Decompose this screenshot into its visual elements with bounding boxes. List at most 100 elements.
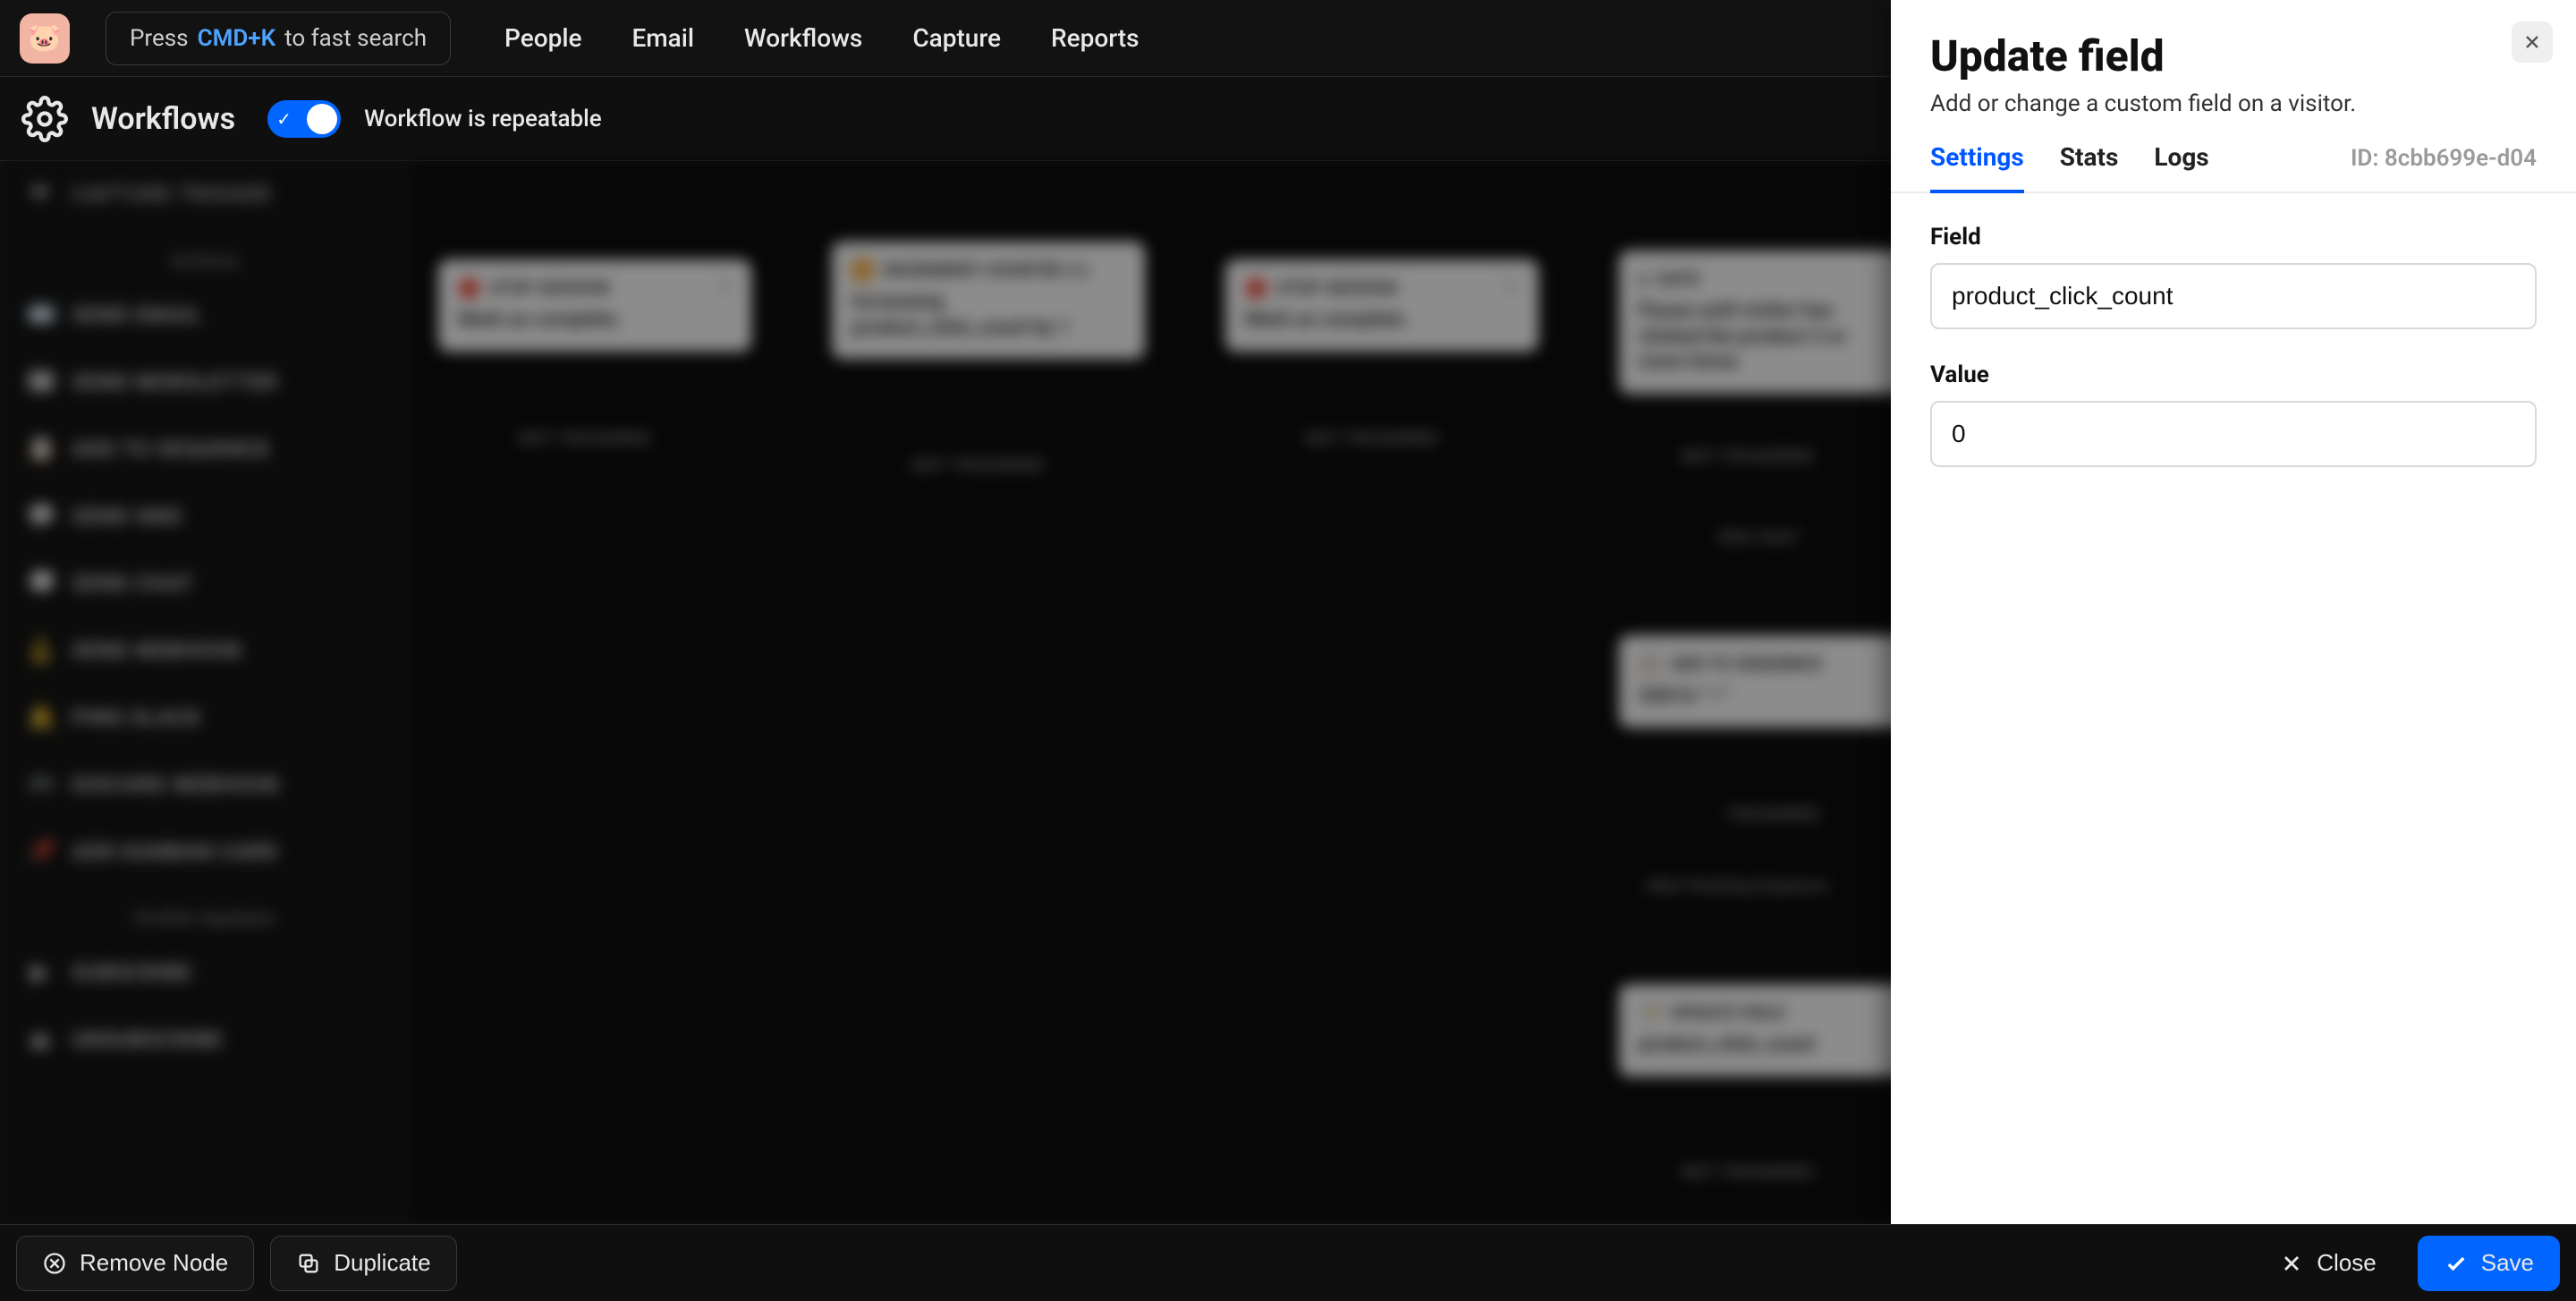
- sidebar-item-label: SEND SMS: [72, 504, 182, 529]
- repeatable-switch[interactable]: ✓: [267, 100, 341, 138]
- node-title: UPDATE FIELD: [1671, 1004, 1785, 1023]
- edge-note: After Finishing Sequence: [1646, 877, 1828, 896]
- page-title: Workflows: [91, 101, 235, 137]
- sidebar-item-send-email[interactable]: ✉️ SEND EMAIL: [0, 282, 411, 349]
- value-input[interactable]: [1930, 401, 2537, 467]
- unsubscribe-icon: ⏏: [27, 1026, 54, 1053]
- mail-icon: ✉️: [27, 302, 54, 328]
- sidebar-item-label: ADD KANBAN CARD: [72, 839, 278, 864]
- stop-icon: 🛑: [1245, 277, 1268, 299]
- sidebar-item-send-newsletter[interactable]: 📰 SEND NEWSLETTER: [0, 349, 411, 416]
- sidebar-item-label: SEND CHAT: [72, 571, 193, 596]
- duplicate-label: Duplicate: [334, 1249, 430, 1277]
- drawer-close-button[interactable]: [2512, 21, 2553, 63]
- sidebar-item-add-kanban[interactable]: 📌 ADD KANBAN CARD: [0, 819, 411, 886]
- remove-node-button[interactable]: Remove Node: [16, 1236, 254, 1291]
- sidebar-item-label: DISCORD WEBHOOK: [72, 772, 281, 797]
- node-title: ADD TO SEQUENCE: [1671, 655, 1823, 674]
- nav-capture[interactable]: Capture: [912, 23, 1001, 53]
- actions-sidebar: ❤ CAPTURE TRIGGER Actions ✉️ SEND EMAIL …: [0, 161, 411, 1224]
- slack-icon: 🔔: [27, 704, 54, 731]
- duplicate-button[interactable]: Duplicate: [270, 1236, 456, 1291]
- edge-label: TRIGGERED: [1726, 805, 1820, 824]
- newsletter-icon: 📰: [27, 369, 54, 395]
- stop-icon: 🛑: [458, 277, 481, 299]
- subscribe-icon: ▶: [27, 959, 54, 986]
- drawer-id-prefix: ID:: [2351, 145, 2385, 172]
- gear-icon: [21, 96, 68, 142]
- node-stop-session-2[interactable]: 🛑 STOP SESSION ⠿ Mark as complete.: [1225, 259, 1538, 352]
- node-add-to-sequence[interactable]: 📋 ADD TO SEQUENCE Add to "—": [1619, 635, 1914, 727]
- nav-email[interactable]: Email: [631, 23, 694, 53]
- discord-icon: 🎮: [27, 771, 54, 798]
- sidebar-item-subscribe[interactable]: ▶ SUBSCRIBE: [0, 940, 411, 1007]
- edge-label: NOT TRIGGERED: [912, 456, 1045, 475]
- field-input[interactable]: [1930, 263, 2537, 329]
- node-body: Increasing product_click_count by 1: [852, 290, 1125, 341]
- update-icon: 📝: [1639, 1002, 1662, 1024]
- search-prompt[interactable]: Press CMD+K to fast search: [106, 12, 451, 65]
- value-label: Value: [1930, 361, 2537, 388]
- drawer-title: Update field: [1930, 30, 2537, 81]
- sms-icon: 💬: [27, 503, 54, 530]
- sidebar-item-send-chat[interactable]: 💭 SEND CHAT: [0, 550, 411, 617]
- drawer-header: Update field Add or change a custom fiel…: [1891, 0, 2576, 117]
- remove-icon: [42, 1251, 67, 1276]
- close-icon: [2521, 31, 2543, 53]
- tab-logs[interactable]: Logs: [2154, 142, 2208, 193]
- sidebar-item-add-to-sequence[interactable]: 📋 ADD TO SEQUENCE: [0, 416, 411, 483]
- value-group: Value: [1930, 361, 2537, 467]
- node-update-field[interactable]: 📝 UPDATE FIELD product_click_count: [1619, 984, 1914, 1076]
- close-label: Close: [2317, 1249, 2376, 1277]
- check-icon: ✓: [276, 108, 292, 130]
- close-button[interactable]: Close: [2254, 1236, 2401, 1291]
- webhook-icon: 🪝: [27, 637, 54, 664]
- sidebar-trigger[interactable]: ❤ CAPTURE TRIGGER: [0, 161, 411, 228]
- node-stop-session-1[interactable]: 🛑 STOP SESSION ⠿ Mark as complete.: [438, 259, 751, 352]
- sidebar-item-send-sms[interactable]: 💬 SEND SMS: [0, 483, 411, 550]
- field-group: Field: [1930, 224, 2537, 329]
- sequence-icon: 📋: [27, 436, 54, 463]
- node-title: STOP SESSION: [490, 279, 610, 298]
- close-icon: [2279, 1251, 2304, 1276]
- sidebar-section-actions: Actions: [0, 228, 411, 282]
- nav-reports[interactable]: Reports: [1051, 23, 1140, 53]
- switch-knob: [307, 104, 337, 134]
- tab-stats[interactable]: Stats: [2060, 142, 2119, 193]
- node-body: product_click_count: [1639, 1033, 1894, 1059]
- drag-icon[interactable]: ⠿: [1505, 277, 1519, 299]
- drag-icon[interactable]: ⠿: [718, 277, 732, 299]
- tab-settings[interactable]: Settings: [1930, 142, 2024, 193]
- nav-workflows[interactable]: Workflows: [744, 23, 862, 53]
- kanban-icon: 📌: [27, 838, 54, 865]
- node-body: Add to "—": [1639, 684, 1894, 710]
- drawer-id-value: 8cbb699e-d04: [2385, 145, 2537, 172]
- node-increment-counter[interactable]: 🔼 INCREMENT COUNTER (+) Increasing produ…: [832, 242, 1145, 359]
- bottombar: Remove Node Duplicate Close Save: [0, 1224, 2576, 1301]
- sidebar-item-unsubscribe[interactable]: ⏏ UNSUBSCRIBE: [0, 1007, 411, 1074]
- node-body: Mark as complete.: [458, 308, 732, 334]
- increment-icon: 🔼: [852, 259, 875, 281]
- app-logo[interactable]: 🐷: [20, 13, 70, 64]
- node-title: INCREMENT COUNTER (+): [884, 261, 1089, 280]
- heart-icon: ❤: [27, 181, 54, 208]
- sidebar-item-label: SEND NEWSLETTER: [72, 370, 278, 395]
- search-prefix: Press: [130, 25, 189, 52]
- sidebar-item-send-webhook[interactable]: 🪝 SEND WEBHOOK: [0, 617, 411, 685]
- edge-label: NOT TRIGGERED: [519, 429, 651, 448]
- node-body: Pause until visitor has clicked the prod…: [1639, 299, 1894, 376]
- sidebar-item-discord-webhook[interactable]: 🎮 DISCORD WEBHOOK: [0, 752, 411, 819]
- node-gate[interactable]: ⏸ GATE Pause until visitor has clicked t…: [1619, 251, 1914, 394]
- sidebar-item-label: SEND WEBHOOK: [72, 638, 243, 663]
- sidebar-trigger-label: CAPTURE TRIGGER: [72, 182, 271, 207]
- node-body: Mark as complete.: [1245, 308, 1519, 334]
- sidebar-item-ping-slack[interactable]: 🔔 PING SLACK: [0, 685, 411, 752]
- node-title: STOP SESSION: [1277, 279, 1397, 298]
- save-button[interactable]: Save: [2418, 1236, 2560, 1291]
- check-icon: [2444, 1251, 2469, 1276]
- search-kbd: CMD+K: [198, 25, 275, 52]
- nav-people[interactable]: People: [504, 23, 581, 53]
- repeatable-label: Workflow is repeatable: [364, 106, 602, 132]
- sidebar-item-label: PING SLACK: [72, 705, 201, 730]
- drawer-body: Field Value: [1891, 193, 2576, 515]
